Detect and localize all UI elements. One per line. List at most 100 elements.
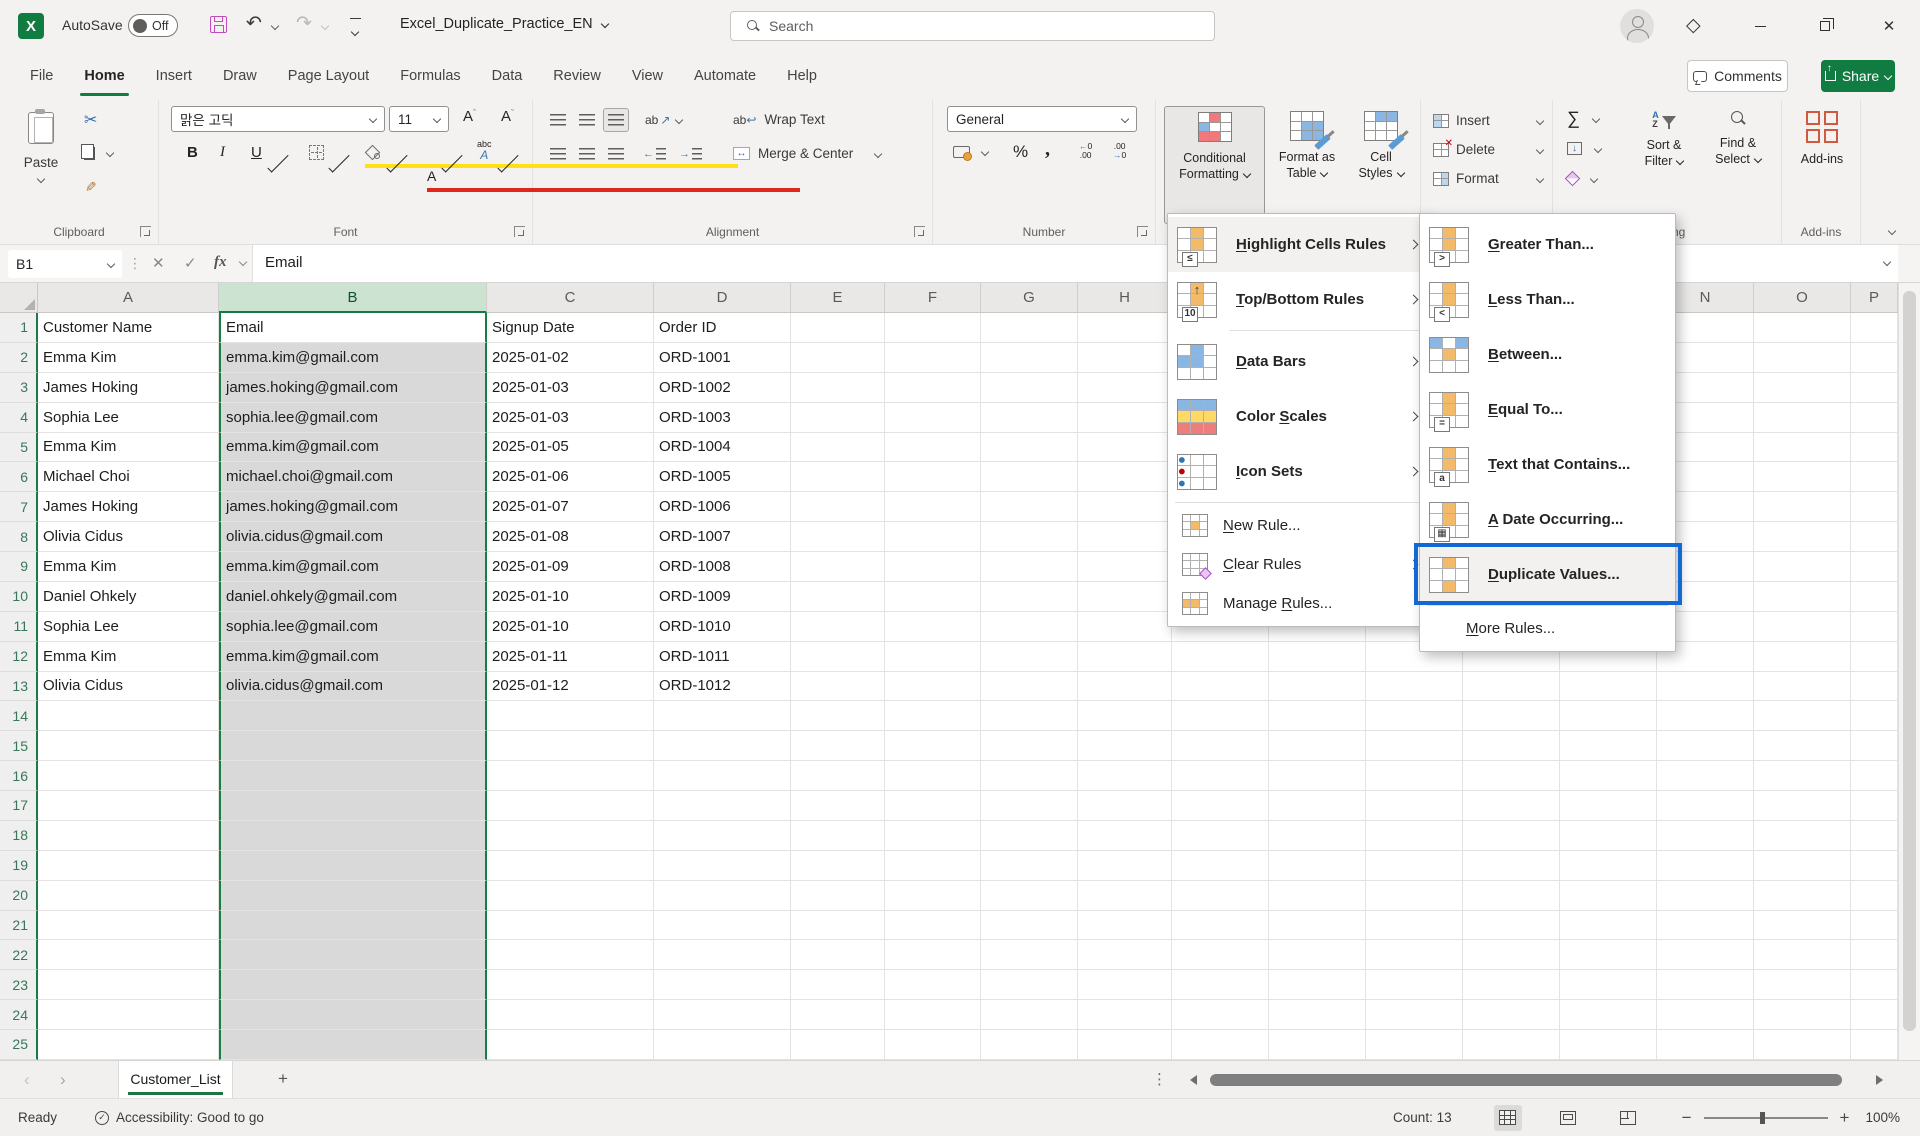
cell-A2[interactable]: Emma Kim [38, 343, 219, 373]
cell-O13[interactable] [1754, 672, 1851, 702]
bottom-align-button[interactable] [603, 108, 629, 132]
cell-I24[interactable] [1172, 1000, 1269, 1030]
cell-F5[interactable] [885, 433, 981, 463]
cell-J18[interactable] [1269, 821, 1366, 851]
top-align-button[interactable] [545, 108, 571, 132]
row-header-11[interactable]: 11 [0, 612, 38, 642]
cell-C2[interactable]: 2025-01-02 [487, 343, 654, 373]
delete-cells-button[interactable]: ✕ Delete [1433, 142, 1543, 157]
cell-D11[interactable]: ORD-1010 [654, 612, 791, 642]
name-box[interactable]: B1 [8, 250, 122, 278]
row-header-5[interactable]: 5 [0, 433, 38, 463]
cell-N22[interactable] [1657, 940, 1754, 970]
increase-indent-button[interactable]: → [679, 148, 702, 160]
cell-G11[interactable] [981, 612, 1078, 642]
cell-A8[interactable]: Olivia Cidus [38, 522, 219, 552]
cell-O22[interactable] [1754, 940, 1851, 970]
cell-A16[interactable] [38, 761, 219, 791]
cell-N14[interactable] [1657, 701, 1754, 731]
cell-E25[interactable] [791, 1030, 885, 1060]
cell-C5[interactable]: 2025-01-05 [487, 433, 654, 463]
cut-button[interactable]: ✂ [84, 110, 113, 130]
align-right-button[interactable] [603, 142, 629, 166]
menu-item-highlight-cells-rules[interactable]: ≤Highlight Cells Rules [1168, 217, 1427, 272]
cell-K16[interactable] [1366, 761, 1463, 791]
cell-L22[interactable] [1463, 940, 1560, 970]
row-header-20[interactable]: 20 [0, 881, 38, 911]
cell-L14[interactable] [1463, 701, 1560, 731]
cell-H18[interactable] [1078, 821, 1172, 851]
cell-B18[interactable] [219, 821, 487, 851]
tab-file[interactable]: File [30, 52, 53, 100]
alignment-dialog-launcher-icon[interactable] [914, 226, 925, 237]
cell-O1[interactable] [1754, 313, 1851, 343]
cell-B11[interactable]: sophia.lee@gmail.com [219, 612, 487, 642]
menu-item-top-bottom-rules[interactable]: 10↑Top/Bottom Rules [1168, 272, 1427, 327]
cell-A7[interactable]: James Hoking [38, 492, 219, 522]
cell-F18[interactable] [885, 821, 981, 851]
cell-N17[interactable] [1657, 791, 1754, 821]
cell-E5[interactable] [791, 433, 885, 463]
function-chevron-icon[interactable] [239, 258, 247, 266]
excel-logo-icon[interactable]: X [18, 13, 44, 39]
find-select-button[interactable]: Find & Select [1703, 106, 1773, 168]
cell-D19[interactable] [654, 851, 791, 881]
phonetic-guide-button[interactable]: abcA [477, 140, 492, 164]
cell-P7[interactable] [1851, 492, 1898, 522]
document-title[interactable]: Excel_Duplicate_Practice_EN [400, 16, 608, 32]
addins-button[interactable]: Add-ins [1796, 106, 1848, 167]
customize-quick-access-toolbar-icon[interactable] [350, 18, 361, 40]
cell-B20[interactable] [219, 881, 487, 911]
close-button[interactable]: ✕ [1866, 0, 1912, 52]
cell-F17[interactable] [885, 791, 981, 821]
tab-review[interactable]: Review [553, 52, 601, 100]
cell-C15[interactable] [487, 731, 654, 761]
cell-I12[interactable] [1172, 642, 1269, 672]
cell-F23[interactable] [885, 970, 981, 1000]
cell-A20[interactable] [38, 881, 219, 911]
enter-icon[interactable]: ✓ [184, 254, 197, 272]
tab-draw[interactable]: Draw [223, 52, 257, 100]
menu-item-clear-rules[interactable]: Clear Rules [1168, 545, 1427, 584]
cell-M22[interactable] [1560, 940, 1657, 970]
previous-sheet-button[interactable]: ‹ [24, 1070, 30, 1090]
cell-E20[interactable] [791, 881, 885, 911]
row-header-16[interactable]: 16 [0, 761, 38, 791]
cell-D20[interactable] [654, 881, 791, 911]
cell-F13[interactable] [885, 672, 981, 702]
menu-item-more-rules[interactable]: More Rules... [1420, 609, 1675, 648]
cell-N21[interactable] [1657, 911, 1754, 941]
cell-G5[interactable] [981, 433, 1078, 463]
cell-O17[interactable] [1754, 791, 1851, 821]
cell-H2[interactable] [1078, 343, 1172, 373]
horizontal-scrollbar-thumb[interactable] [1210, 1074, 1842, 1086]
search-input[interactable]: Search [730, 11, 1215, 41]
cell-O14[interactable] [1754, 701, 1851, 731]
tab-page-layout[interactable]: Page Layout [288, 52, 369, 100]
conditional-formatting-button[interactable]: Conditional Formatting [1164, 106, 1265, 224]
zoom-out-button[interactable]: − [1682, 1108, 1692, 1128]
cell-M15[interactable] [1560, 731, 1657, 761]
cell-A23[interactable] [38, 970, 219, 1000]
cell-J15[interactable] [1269, 731, 1366, 761]
cell-G2[interactable] [981, 343, 1078, 373]
fill-button[interactable]: ↓ [1567, 138, 1601, 159]
row-header-7[interactable]: 7 [0, 492, 38, 522]
cell-B24[interactable] [219, 1000, 487, 1030]
cell-L17[interactable] [1463, 791, 1560, 821]
cell-C20[interactable] [487, 881, 654, 911]
cell-J14[interactable] [1269, 701, 1366, 731]
row-header-2[interactable]: 2 [0, 343, 38, 373]
select-all-corner[interactable] [0, 283, 38, 313]
menu-item-a-date-occurring[interactable]: ▦A Date Occurring... [1420, 492, 1675, 547]
cell-P25[interactable] [1851, 1030, 1898, 1060]
cell-G22[interactable] [981, 940, 1078, 970]
cell-I25[interactable] [1172, 1030, 1269, 1060]
align-left-button[interactable] [545, 142, 571, 166]
cell-C24[interactable] [487, 1000, 654, 1030]
cell-G15[interactable] [981, 731, 1078, 761]
cell-B8[interactable]: olivia.cidus@gmail.com [219, 522, 487, 552]
cell-D4[interactable]: ORD-1003 [654, 403, 791, 433]
autosave-toggle[interactable]: Off [128, 14, 178, 37]
cell-O18[interactable] [1754, 821, 1851, 851]
